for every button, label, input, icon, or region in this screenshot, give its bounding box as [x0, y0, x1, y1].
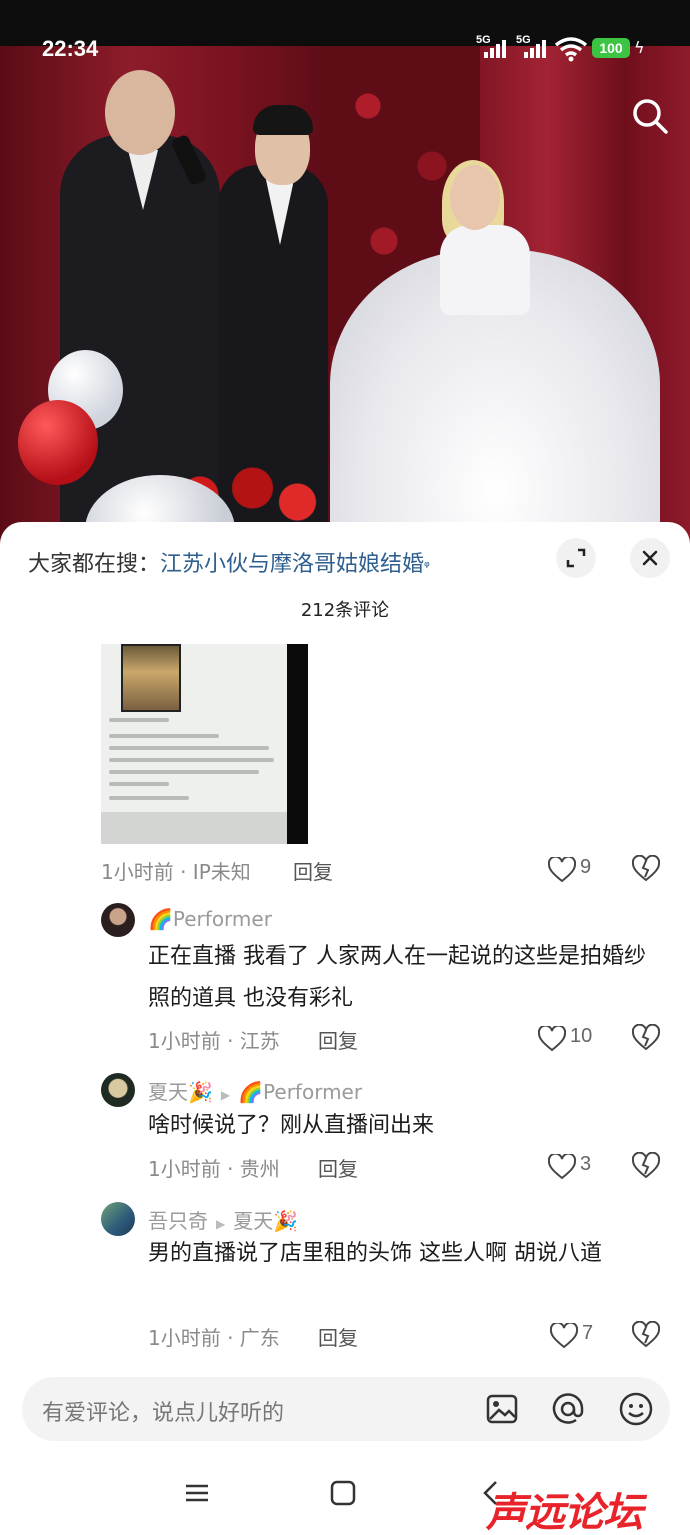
menu-icon[interactable] [182, 1478, 212, 1508]
like-count: 3 [580, 1153, 592, 1175]
heart-icon [548, 1154, 576, 1180]
expand-icon [566, 548, 586, 568]
comment-username[interactable]: 夏天🎉 ▶ 🌈Performer [148, 1076, 362, 1105]
username-text: 吾只奇 [148, 1209, 208, 1233]
comment-count: 212条评论 [300, 600, 390, 621]
video-groom-hair [253, 105, 313, 135]
expand-button[interactable] [556, 538, 596, 578]
close-icon [642, 550, 658, 566]
reply-button[interactable]: 回复 [318, 1322, 358, 1351]
image-text-line [109, 718, 169, 722]
wifi-icon [554, 37, 588, 62]
reply-button[interactable]: 回复 [293, 856, 333, 885]
image-text-line [109, 746, 269, 750]
party-icon: 🎉 [188, 1080, 213, 1104]
home-square-icon[interactable] [328, 1478, 358, 1508]
party-icon: 🎉 [273, 1209, 299, 1233]
comment-sheet: 大家都在搜：江苏小伙与摩洛哥姑娘结婚ᵠ 212条评论 1小时前 · IP未知 回… [0, 522, 690, 1535]
avatar[interactable] [101, 1202, 135, 1236]
signal-bars-icon [524, 38, 550, 58]
username-text: Performer [172, 907, 272, 931]
image-dark-edge [287, 644, 308, 844]
battery-icon: 100 [592, 38, 630, 58]
emoji-icon[interactable] [618, 1391, 654, 1427]
image-icon[interactable] [484, 1391, 520, 1427]
comment-meta: 1小时前 · 贵州 [148, 1157, 280, 1181]
status-time: 22:34 [42, 36, 99, 61]
charging-icon: ϟ [634, 38, 645, 57]
video-balloon-red [18, 400, 98, 485]
search-icon[interactable] [630, 96, 670, 136]
comment-meta: 1小时前 · 江苏 [148, 1029, 280, 1053]
video-bride-head [450, 165, 500, 230]
broken-heart-icon[interactable] [632, 855, 660, 883]
heart-icon [538, 1026, 566, 1052]
reply-button[interactable]: 回复 [318, 1153, 358, 1182]
video-bride-torso [440, 225, 530, 315]
image-text-line [109, 796, 189, 800]
small-search-icon: ᵠ [424, 559, 430, 575]
broken-heart-icon[interactable] [632, 1321, 660, 1349]
comment-meta: 1小时前 · IP未知 [101, 860, 251, 884]
reply-arrow-icon: ▶ [220, 1088, 231, 1102]
like-button[interactable]: 7 [550, 1320, 620, 1350]
rainbow-icon: 🌈 [148, 907, 173, 931]
heart-icon [550, 1323, 578, 1349]
like-button[interactable]: 3 [548, 1151, 618, 1181]
status-bar: 22:34 5G 5G 100 ϟ [0, 28, 690, 68]
avatar[interactable] [101, 1073, 135, 1107]
close-button[interactable] [630, 538, 670, 578]
reply-to-username: Performer [263, 1080, 363, 1104]
like-count: 7 [582, 1322, 594, 1344]
like-button[interactable]: 10 [538, 1023, 608, 1053]
heart-icon [548, 857, 576, 883]
reply-arrow-icon: ▶ [216, 1217, 226, 1231]
image-text-line [109, 734, 219, 738]
like-count: 9 [580, 856, 592, 878]
rainbow-icon: 🌈 [238, 1080, 264, 1104]
hot-search[interactable]: 大家都在搜：江苏小伙与摩洛哥姑娘结婚ᵠ [28, 546, 430, 578]
comment-username[interactable]: 吾只奇 ▶ 夏天🎉 [148, 1205, 298, 1234]
comment-username[interactable]: 🌈Performer [148, 907, 272, 931]
comment-text: 男的直播说了店里租的头饰 这些人啊 胡说八道 [148, 1241, 602, 1266]
image-text-line [109, 770, 259, 774]
broken-heart-icon[interactable] [632, 1152, 660, 1180]
video-player[interactable] [0, 0, 690, 545]
comment-image[interactable] [101, 644, 308, 844]
username-text: 夏天 [148, 1080, 188, 1104]
at-icon[interactable] [550, 1391, 586, 1427]
image-text-line [109, 758, 274, 762]
hot-search-query[interactable]: 江苏小伙与摩洛哥姑娘结婚 [160, 552, 424, 577]
reply-button[interactable]: 回复 [318, 1025, 358, 1054]
signal-bars-icon [484, 38, 510, 58]
comment-meta: 1小时前 · 广东 [148, 1326, 280, 1350]
like-button[interactable]: 9 [548, 854, 618, 884]
comment-input[interactable]: 有爱评论，说点儿好听的 [22, 1377, 670, 1441]
watermark-logo: 声远论坛 [486, 1490, 643, 1535]
reply-to-username: 夏天 [233, 1209, 274, 1233]
image-text-line [109, 782, 169, 786]
comment-image-thumbnail [121, 644, 181, 712]
comment-input-placeholder: 有爱评论，说点儿好听的 [42, 1401, 285, 1426]
comment-text: 正在直播 我看了 人家两人在一起说的这些是拍婚纱照的道具 也没有彩礼 [148, 944, 646, 1011]
comment-text: 啥时候说了？刚从直播间出来 [148, 1113, 435, 1138]
image-footer [101, 812, 308, 844]
like-count: 10 [570, 1025, 593, 1047]
hot-search-prefix: 大家都在搜： [28, 552, 161, 577]
broken-heart-icon[interactable] [632, 1024, 660, 1052]
avatar[interactable] [101, 903, 135, 937]
video-host-head [105, 70, 175, 155]
